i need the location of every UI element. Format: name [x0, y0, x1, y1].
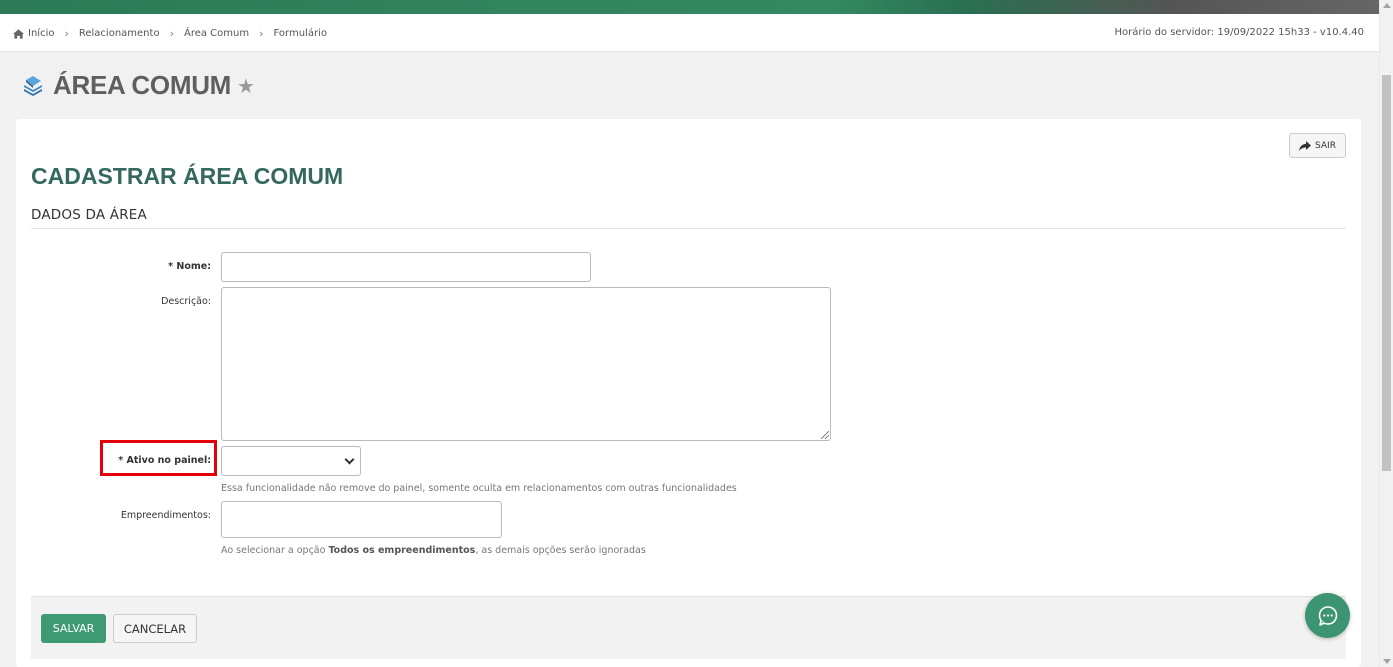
chevron-right-icon: › — [64, 27, 69, 40]
highlight-box — [100, 440, 217, 476]
chat-bubble-icon — [1318, 605, 1337, 626]
home-icon — [13, 28, 24, 39]
save-button[interactable]: SALVAR — [41, 614, 106, 643]
breadcrumb-item-formulario: Formulário — [273, 28, 327, 39]
breadcrumb-item-inicio[interactable]: Início — [28, 28, 54, 39]
descricao-textarea[interactable] — [221, 287, 831, 441]
breadcrumb: Início › Relacionamento › Área Comum › F… — [13, 27, 327, 40]
form-panel: SAIR CADASTRAR ÁREA COMUM DADOS DA ÁREA … — [16, 119, 1361, 667]
scroll-down-arrow-icon[interactable] — [1383, 659, 1391, 664]
section-divider — [31, 228, 1346, 229]
chevron-right-icon: › — [259, 27, 264, 40]
exit-button[interactable]: SAIR — [1289, 133, 1346, 158]
server-time: Horário do servidor: 19/09/2022 15h33 - … — [1114, 27, 1364, 38]
breadcrumb-item-area-comum[interactable]: Área Comum — [184, 28, 249, 39]
form-actions: SALVAR CANCELAR — [31, 596, 1346, 659]
descricao-label: Descrição: — [161, 296, 211, 307]
page-scrollbar[interactable] — [1379, 0, 1393, 667]
nome-input[interactable] — [221, 252, 591, 282]
page-title: ÁREA COMUM — [53, 70, 232, 100]
form-title: CADASTRAR ÁREA COMUM — [31, 163, 344, 189]
scroll-thumb[interactable] — [1382, 75, 1391, 471]
section-title: DADOS DA ÁREA — [31, 207, 147, 223]
chevron-right-icon: › — [169, 27, 174, 40]
nome-label: * Nome: — [168, 261, 211, 272]
empreendimentos-label: Empreendimentos: — [120, 510, 211, 521]
ativo-select[interactable] — [221, 446, 361, 476]
breadcrumb-item-relacionamento[interactable]: Relacionamento — [79, 28, 160, 39]
chevron-down-icon — [344, 454, 355, 465]
page-header: ÁREA COMUM ★ — [21, 70, 255, 101]
ativo-help-text: Essa funcionalidade não remove do painel… — [221, 483, 737, 494]
scroll-up-arrow-icon[interactable] — [1383, 3, 1391, 8]
empreendimentos-input[interactable] — [221, 501, 502, 538]
share-arrow-icon — [1299, 140, 1312, 151]
star-icon[interactable]: ★ — [237, 76, 255, 96]
top-brand-bar — [0, 0, 1379, 14]
exit-button-label: SAIR — [1315, 140, 1336, 151]
cancel-button[interactable]: CANCELAR — [113, 614, 197, 643]
breadcrumb-bar: Início › Relacionamento › Área Comum › F… — [0, 14, 1379, 52]
chat-button[interactable] — [1305, 593, 1350, 638]
resize-grip-icon[interactable] — [821, 431, 829, 439]
stack-icon — [24, 75, 42, 96]
empreendimentos-help-text: Ao selecionar a opção Todos os empreendi… — [221, 545, 646, 556]
